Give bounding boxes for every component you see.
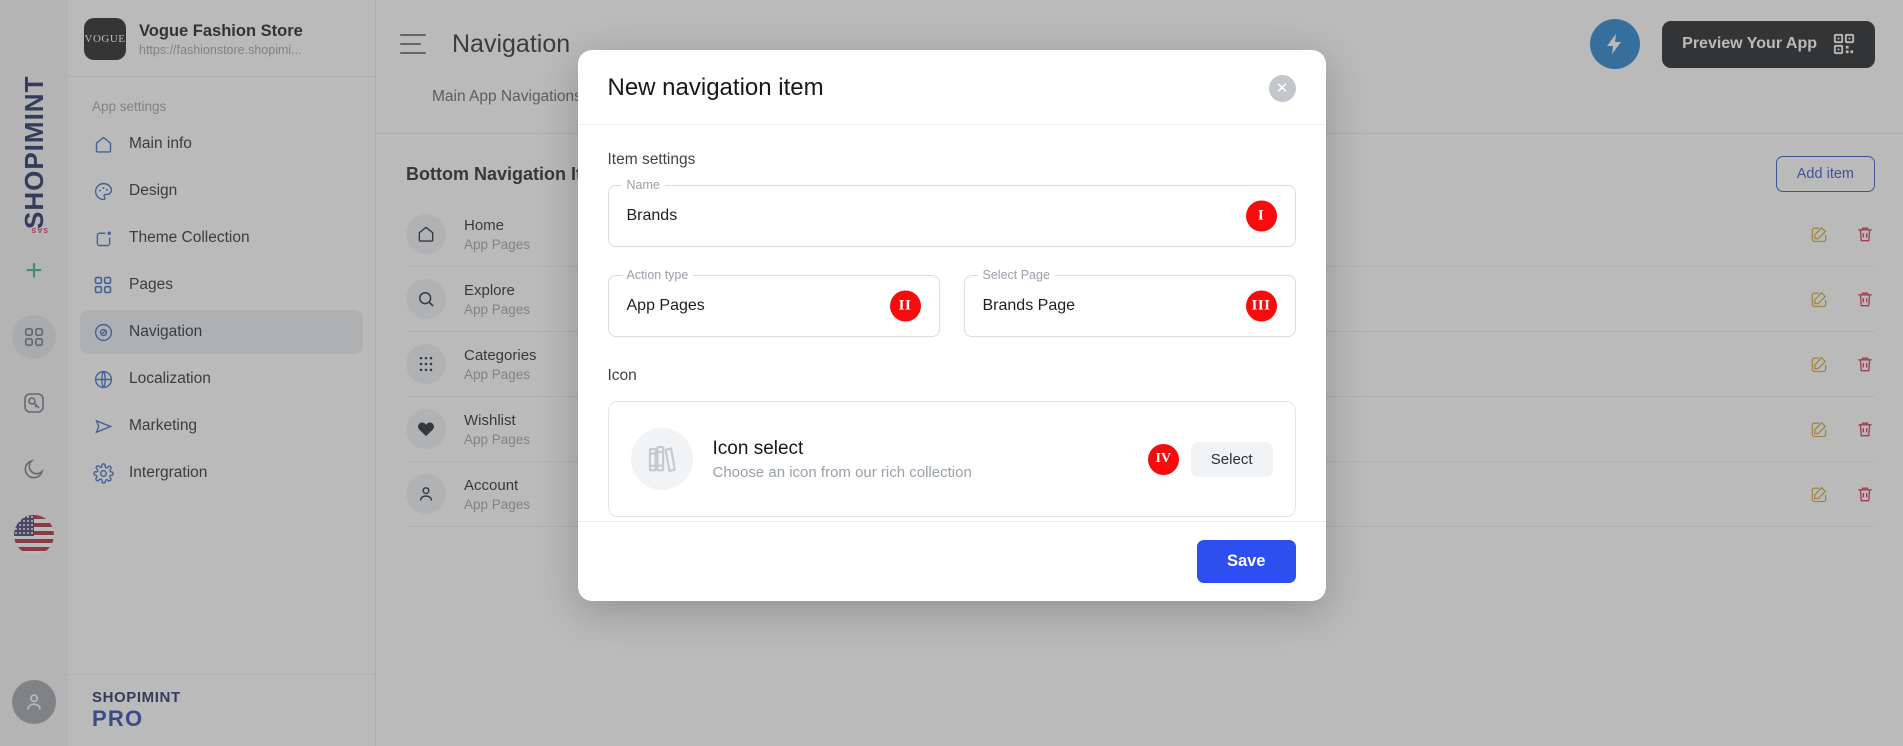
name-field-value: Brands <box>626 207 678 224</box>
select-page-value: Brands Page <box>982 297 1076 314</box>
action-type-select[interactable]: Action type App Pages II <box>607 268 940 337</box>
screen-root: SAS SHOPIMINT + VOGUE Vogue Fashion Stor… <box>0 0 1903 746</box>
icon-section-label: Icon <box>607 367 637 384</box>
action-type-legend: Action type <box>621 268 694 282</box>
dialog-title: New navigation item <box>607 74 824 101</box>
select-icon-button[interactable]: Select <box>1190 441 1273 477</box>
dialog-body: Item settings Name Brands I Action type … <box>578 125 1326 521</box>
item-settings-label: Item settings <box>607 151 696 168</box>
icon-card-text: Icon select Choose an icon from our rich… <box>713 438 972 481</box>
icon-select-card[interactable]: Icon select Choose an icon from our rich… <box>607 401 1296 517</box>
field-row: Action type App Pages II Select Page Bra… <box>607 268 1296 337</box>
select-page-select[interactable]: Select Page Brands Page III <box>963 268 1296 337</box>
step-badge-4: IV <box>1147 443 1179 475</box>
icon-card-title: Icon select <box>712 437 804 459</box>
action-type-value: App Pages <box>626 297 705 314</box>
save-button[interactable]: Save <box>1196 540 1296 583</box>
new-navigation-item-dialog: New navigation item ✕ Item settings Name… <box>577 50 1326 601</box>
dialog-header: New navigation item ✕ <box>577 50 1326 125</box>
icon-card-actions: IV Select <box>1147 441 1273 477</box>
step-badge-3: III <box>1245 290 1277 322</box>
books-icon <box>630 428 693 490</box>
name-field-legend: Name <box>621 178 665 192</box>
modal-layer: New navigation item ✕ Item settings Name… <box>0 0 1903 746</box>
name-field[interactable]: Name Brands I <box>607 178 1296 247</box>
icon-card-description: Choose an icon from our rich collection <box>712 463 972 481</box>
select-page-legend: Select Page <box>977 268 1055 282</box>
dialog-footer: Save <box>577 521 1326 601</box>
step-badge-1: I <box>1245 200 1277 232</box>
close-icon[interactable]: ✕ <box>1268 74 1296 102</box>
step-badge-2: II <box>889 290 921 322</box>
